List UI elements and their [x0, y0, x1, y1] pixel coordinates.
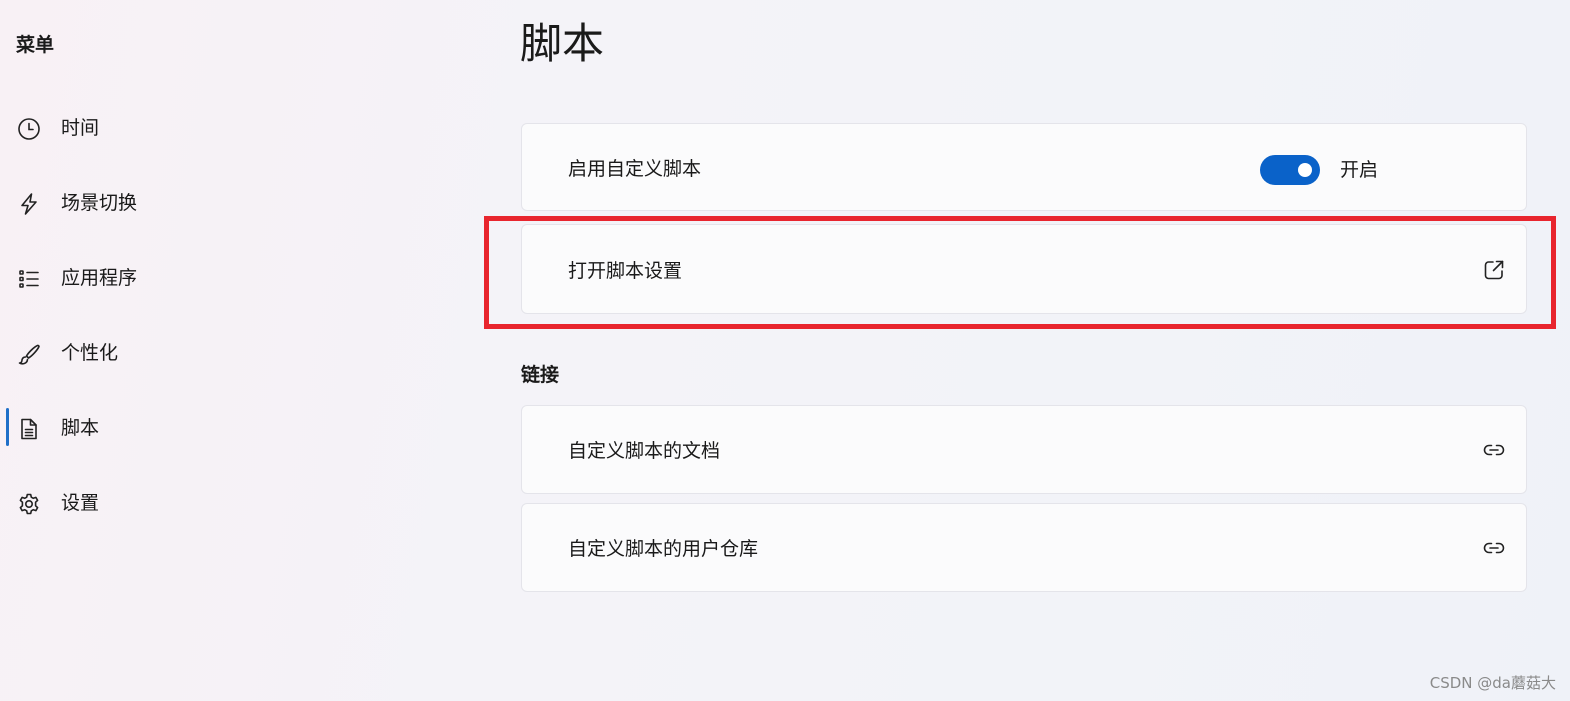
- sidebar-item-label: 场景切换: [61, 192, 138, 214]
- sidebar-item-applications[interactable]: 应用程序: [0, 256, 460, 300]
- link-item-label: 自定义脚本的文档: [568, 440, 721, 462]
- toggle-state-label: 开启: [1340, 159, 1379, 181]
- sidebar-item-label: 个性化: [61, 342, 119, 364]
- sidebar-item-scene-switch[interactable]: 场景切换: [0, 181, 460, 225]
- lightning-icon: [16, 191, 42, 217]
- page-title: 脚本: [520, 19, 605, 68]
- document-icon: [16, 416, 42, 442]
- sidebar-item-label: 应用程序: [61, 267, 138, 289]
- links-section-title: 链接: [521, 364, 560, 386]
- sidebar: 菜单 时间 场景切换 应用程序 个性化 脚本 设置: [0, 0, 470, 701]
- enable-script-toggle[interactable]: [1260, 155, 1320, 185]
- enable-script-label: 启用自定义脚本: [568, 158, 702, 180]
- clock-icon: [16, 116, 42, 142]
- link-item-label: 自定义脚本的用户仓库: [568, 538, 759, 560]
- external-link-icon: [1482, 258, 1506, 282]
- sidebar-item-script[interactable]: 脚本: [0, 406, 460, 450]
- link-item-docs[interactable]: 自定义脚本的文档: [521, 405, 1527, 494]
- sidebar-item-personalization[interactable]: 个性化: [0, 331, 460, 375]
- open-script-settings-card[interactable]: 打开脚本设置: [521, 224, 1527, 314]
- enable-script-card: 启用自定义脚本 开启: [521, 123, 1527, 211]
- sidebar-item-label: 设置: [61, 492, 100, 514]
- sidebar-item-label: 脚本: [61, 417, 100, 439]
- list-icon: [16, 266, 42, 292]
- sidebar-item-time[interactable]: 时间: [0, 106, 460, 150]
- link-icon: [1482, 438, 1506, 462]
- gear-icon: [16, 491, 42, 517]
- toggle-knob: [1298, 163, 1312, 177]
- link-icon: [1482, 536, 1506, 560]
- sidebar-item-settings[interactable]: 设置: [0, 481, 460, 525]
- brush-icon: [16, 341, 42, 367]
- menu-title: 菜单: [16, 34, 55, 56]
- open-script-settings-label: 打开脚本设置: [568, 260, 683, 282]
- link-item-user-repo[interactable]: 自定义脚本的用户仓库: [521, 503, 1527, 592]
- sidebar-item-label: 时间: [61, 117, 100, 139]
- watermark: CSDN @da蘑菇大: [1429, 674, 1556, 692]
